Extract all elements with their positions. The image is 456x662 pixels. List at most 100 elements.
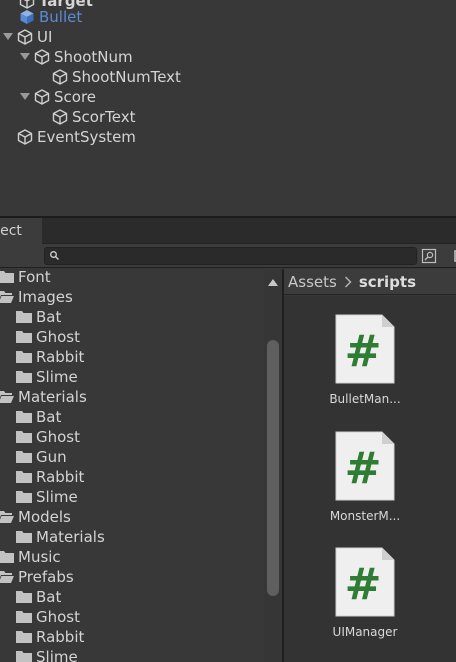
search-input[interactable] <box>63 248 413 264</box>
svg-text:#: # <box>345 326 382 377</box>
hierarchy-item-label: ScorText <box>72 108 136 126</box>
hierarchy-item-score[interactable]: Score <box>19 87 96 107</box>
search-field[interactable] <box>44 247 417 265</box>
chevron-right-icon <box>341 275 355 289</box>
tree-item-label: Bat <box>36 308 62 326</box>
tree-item-music[interactable]: Music <box>0 547 61 567</box>
hierarchy-item-scortext[interactable]: ScorText <box>51 107 135 127</box>
hierarchy-item-label: EventSystem <box>37 128 136 146</box>
gameobject-icon <box>16 28 34 46</box>
tree-item-label: Bat <box>36 408 62 426</box>
gameobject-icon <box>33 48 51 66</box>
tree-item-slime[interactable]: Slime <box>16 367 78 387</box>
breadcrumb-scripts[interactable]: scripts <box>359 273 416 291</box>
tree-item-slime[interactable]: Slime <box>16 487 78 507</box>
svg-text:#: # <box>345 443 382 494</box>
asset-item-monstermanager[interactable]: # MonsterM... <box>303 430 403 540</box>
tree-item-materials[interactable]: Materials <box>0 387 87 407</box>
svg-text:#: # <box>345 559 382 610</box>
folder-icon <box>16 530 32 544</box>
folder-open-icon <box>0 570 14 584</box>
tree-item-font[interactable]: Font <box>0 269 51 287</box>
scroll-up-arrow-icon[interactable] <box>268 275 278 286</box>
tree-item-label: Prefabs <box>18 568 74 586</box>
folder-icon <box>16 650 32 662</box>
breadcrumb-assets[interactable]: Assets <box>288 273 337 291</box>
search-icon <box>49 250 61 262</box>
folder-open-icon <box>0 290 14 304</box>
tab-label: Project <box>0 223 22 239</box>
folder-icon <box>0 270 14 284</box>
folder-icon <box>16 410 32 424</box>
tree-item-label: Slime <box>36 368 78 386</box>
folder-icon <box>16 490 32 504</box>
tree-item-materials[interactable]: Materials <box>16 527 105 547</box>
hierarchy-item-label: Score <box>54 88 97 106</box>
tree-item-prefabs[interactable]: Prefabs <box>0 567 74 587</box>
tree-item-bat[interactable]: Bat <box>16 587 61 607</box>
tree-item-label: Rabbit <box>36 628 85 646</box>
tree-item-slime[interactable]: Slime <box>16 647 78 662</box>
scrollbar-thumb[interactable] <box>267 340 279 596</box>
hierarchy-item-label: ShootNum <box>54 48 133 66</box>
tree-item-label: Images <box>18 288 73 306</box>
tree-item-ghost[interactable]: Ghost <box>16 327 80 347</box>
tab-project[interactable]: Project <box>0 218 42 244</box>
tree-item-label: Music <box>18 548 61 566</box>
tree-item-bat[interactable]: Bat <box>16 307 61 327</box>
asset-label: MonsterM... <box>329 509 401 523</box>
hierarchy-item-shootnumtext[interactable]: ShootNumText <box>51 67 181 87</box>
gameobject-icon <box>33 88 51 106</box>
tree-item-label: Slime <box>36 488 78 506</box>
folder-icon <box>16 430 32 444</box>
tree-item-label: Font <box>18 269 51 286</box>
folder-open-icon <box>0 510 14 524</box>
folder-icon <box>16 350 32 364</box>
folder-icon <box>16 590 32 604</box>
gameobject-icon <box>16 128 34 146</box>
csharp-script-icon: # <box>334 546 396 618</box>
asset-label: BulletMan... <box>329 392 401 406</box>
prefab-icon <box>18 8 36 26</box>
asset-grid: # BulletMan... # MonsterM... # UIManager <box>284 296 456 662</box>
tree-item-label: Rabbit <box>36 348 85 366</box>
hierarchy-item-shootnum[interactable]: ShootNum <box>19 47 133 67</box>
folder-icon <box>16 310 32 324</box>
hierarchy-item-bullet[interactable]: Bullet <box>18 7 82 27</box>
expand-arrow-icon[interactable] <box>19 91 31 103</box>
tree-item-rabbit[interactable]: Rabbit <box>16 467 84 487</box>
tree-item-label: Ghost <box>36 608 81 626</box>
expand-arrow-icon[interactable] <box>2 31 14 43</box>
folder-icon <box>16 370 32 384</box>
expand-arrow-icon[interactable] <box>19 51 31 63</box>
project-folder-tree: Font Images Bat Ghost Rabbit Slime Mater… <box>0 269 282 662</box>
tree-item-label: Gun <box>36 448 67 466</box>
hierarchy-item-ui[interactable]: UI <box>2 27 52 47</box>
tree-item-ghost[interactable]: Ghost <box>16 427 80 447</box>
asset-item-bulletmanager[interactable]: # BulletMan... <box>303 313 403 423</box>
tree-item-ghost[interactable]: Ghost <box>16 607 80 627</box>
tree-item-label: Materials <box>18 388 87 406</box>
folder-icon <box>16 470 32 484</box>
tree-item-images[interactable]: Images <box>0 287 73 307</box>
search-by-type-button[interactable] <box>419 246 439 266</box>
tree-item-models[interactable]: Models <box>0 507 71 527</box>
asset-item-uimanager[interactable]: # UIManager <box>303 546 403 656</box>
folder-icon <box>0 550 14 564</box>
folder-icon <box>16 610 32 624</box>
tree-item-bat[interactable]: Bat <box>16 407 61 427</box>
tree-item-gun[interactable]: Gun <box>16 447 67 467</box>
label-filter-button[interactable] <box>449 246 456 266</box>
hierarchy-item-eventsystem[interactable]: EventSystem <box>16 127 136 147</box>
hierarchy-item-label: UI <box>37 28 53 46</box>
project-toolbar <box>0 244 456 268</box>
tree-item-rabbit[interactable]: Rabbit <box>16 627 84 647</box>
tree-item-label: Rabbit <box>36 468 85 486</box>
project-tab-bar: Project <box>0 218 456 244</box>
gameobject-icon <box>51 108 69 126</box>
tree-item-rabbit[interactable]: Rabbit <box>16 347 84 367</box>
tree-item-label: Models <box>18 508 71 526</box>
tree-item-label: Bat <box>36 588 62 606</box>
folder-icon <box>16 450 32 464</box>
csharp-script-icon: # <box>334 430 396 502</box>
